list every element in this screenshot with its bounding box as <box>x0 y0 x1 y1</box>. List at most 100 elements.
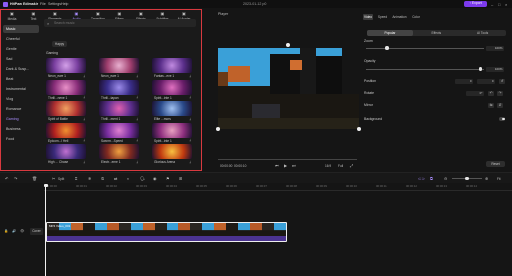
redo-icon[interactable]: ↷ <box>14 176 17 181</box>
opacity-slider[interactable] <box>366 69 484 70</box>
download-icon[interactable]: ⤓ <box>190 160 192 164</box>
music-thumbnail[interactable] <box>99 79 139 95</box>
download-icon[interactable]: ⤓ <box>190 117 192 121</box>
resize-handle-br[interactable] <box>357 127 361 131</box>
music-thumbnail[interactable] <box>46 144 86 159</box>
undo-icon[interactable]: ↶ <box>5 176 8 181</box>
zoom-value[interactable]: 100% <box>486 45 504 51</box>
preview-quality[interactable]: Full <box>338 164 343 168</box>
property-tab-video[interactable]: Video <box>363 14 373 20</box>
category-item[interactable]: Music <box>3 25 39 33</box>
prev-frame-icon[interactable]: ⏮ <box>275 163 279 168</box>
music-thumbnail[interactable] <box>46 79 86 95</box>
mirror-vertical-icon[interactable]: ⇵ <box>497 102 503 108</box>
position-x-field[interactable]: 0 <box>455 78 473 84</box>
marker-icon[interactable]: ⚑ <box>166 176 170 181</box>
music-thumbnail[interactable] <box>152 79 192 95</box>
zoom-slider-knob[interactable] <box>385 46 389 50</box>
music-thumbnail[interactable] <box>99 144 139 159</box>
music-tile[interactable]: Spirit of Battle ⤓ <box>46 101 86 121</box>
music-thumbnail[interactable] <box>99 101 139 116</box>
download-icon[interactable]: ⤓ <box>137 138 139 142</box>
music-tile[interactable]: Fantas...eve 1 ⤓ <box>152 58 192 78</box>
property-tab-animation[interactable]: Animation <box>392 14 407 20</box>
property-tab-color[interactable]: Color <box>411 14 421 20</box>
music-tile[interactable]: Thrill...nene 1 ⤓ <box>46 79 86 100</box>
music-tile[interactable]: Epicom...l Hell ⤓ <box>46 122 86 143</box>
time-ruler[interactable]: 00:00:00 00:00:01 00:00:02 00:00:03 00:00:04… <box>44 184 512 191</box>
music-thumbnail[interactable] <box>99 122 139 138</box>
reset-button[interactable]: Reset <box>486 161 505 167</box>
segment-popular[interactable]: Popular <box>367 30 413 36</box>
position-y-field[interactable]: 0 <box>477 78 495 84</box>
rotate-handle[interactable] <box>286 43 290 47</box>
tab-text[interactable]: ▣ Text <box>25 11 43 22</box>
cover-button[interactable]: Cover <box>30 228 43 235</box>
close-icon[interactable]: × <box>505 2 507 7</box>
split-label[interactable]: Split <box>58 177 64 181</box>
music-tile[interactable]: Spirit...inte 1 ⤓ <box>152 79 192 100</box>
mask-icon[interactable]: ◐ <box>127 176 129 181</box>
category-item[interactable]: Instrumental <box>3 85 39 93</box>
magnet-icon[interactable]: ⊂⊃ <box>418 176 425 181</box>
filter-chip[interactable]: Happy <box>52 41 67 47</box>
download-icon[interactable]: ⤓ <box>84 138 86 142</box>
zoom-out-icon[interactable]: ⊖ <box>444 176 447 181</box>
music-tile[interactable]: Thrill...ment 1 ⤓ <box>99 101 139 121</box>
opacity-slider-knob[interactable] <box>478 67 483 71</box>
crop-icon[interactable]: ⌗ <box>75 176 77 181</box>
rotate-left-icon[interactable]: ↶ <box>488 90 494 96</box>
category-item[interactable]: Business <box>3 125 39 133</box>
download-icon[interactable]: ⤓ <box>190 138 192 142</box>
category-item[interactable]: Dark & Susp... <box>3 65 39 73</box>
menu-settings[interactable]: Settings <box>48 2 61 6</box>
rotate-field[interactable]: 0° <box>466 90 484 96</box>
track-lock-icon[interactable]: 🔒 <box>4 229 8 233</box>
tts-icon[interactable]: 🗣 <box>140 176 145 181</box>
music-thumbnail[interactable] <box>152 144 192 159</box>
delete-icon[interactable]: 🗑 <box>32 176 37 181</box>
music-tile[interactable]: High ... Chase ⤓ <box>46 144 86 164</box>
playback-progress[interactable] <box>218 159 357 160</box>
music-thumbnail[interactable] <box>152 58 192 73</box>
category-item[interactable]: Food <box>3 135 39 143</box>
category-item[interactable]: Sad <box>3 55 39 63</box>
music-tile[interactable]: Elite ...mors ⤓ <box>152 101 192 121</box>
category-item[interactable]: Cheerful <box>3 35 39 43</box>
track-mute-icon[interactable]: 🔊 <box>12 229 16 233</box>
freeze-icon[interactable]: ❄ <box>88 176 91 181</box>
menu-file[interactable]: File <box>40 2 46 6</box>
download-icon[interactable]: ⤓ <box>84 117 86 121</box>
zoom-slider[interactable] <box>366 48 484 49</box>
download-icon[interactable]: ⤓ <box>190 95 192 99</box>
download-icon[interactable]: ⤓ <box>137 74 139 78</box>
music-tile[interactable]: Thrill...tapan ⤓ <box>99 79 139 100</box>
tab-media[interactable]: ▣ Media <box>3 11 21 22</box>
timeline-zoom-knob[interactable] <box>465 176 469 180</box>
minimize-icon[interactable]: – <box>491 2 493 7</box>
music-tile[interactable]: Sworm...Speed ⤓ <box>99 122 139 143</box>
aspect-ratio[interactable]: 16:9 <box>325 164 331 168</box>
music-tile[interactable]: Neon_ewe 1 ⤓ <box>46 58 86 78</box>
rotate-right-icon[interactable]: ↷ <box>497 90 503 96</box>
zoom-fit-button[interactable]: Fit <box>497 177 501 181</box>
category-item[interactable]: Vlog <box>3 95 39 103</box>
play-icon[interactable]: ▶ <box>284 163 287 168</box>
download-icon[interactable]: ⤓ <box>84 74 86 78</box>
background-toggle[interactable] <box>499 117 505 121</box>
download-icon[interactable]: ⤓ <box>137 160 139 164</box>
segment-effects[interactable]: Effects <box>413 30 459 36</box>
music-thumbnail[interactable] <box>46 122 86 138</box>
mirror-horizontal-icon[interactable]: ⇋ <box>488 102 494 108</box>
split-icon[interactable]: ✂ <box>52 176 55 181</box>
download-icon[interactable]: ⤓ <box>84 160 86 164</box>
music-thumbnail[interactable] <box>152 122 192 138</box>
music-thumbnail[interactable] <box>152 101 192 116</box>
link-icon[interactable]: ⧉ <box>430 176 433 181</box>
download-icon[interactable]: ⤓ <box>137 117 139 121</box>
category-item[interactable]: Gaming <box>3 115 39 123</box>
music-tile[interactable]: Spirit...inte 1 ⤓ <box>152 122 192 143</box>
opacity-value[interactable]: 100% <box>486 66 504 72</box>
music-tile[interactable]: Glorious Arena ⤓ <box>152 144 192 164</box>
track-visibility-icon[interactable]: 👁 <box>20 229 24 233</box>
